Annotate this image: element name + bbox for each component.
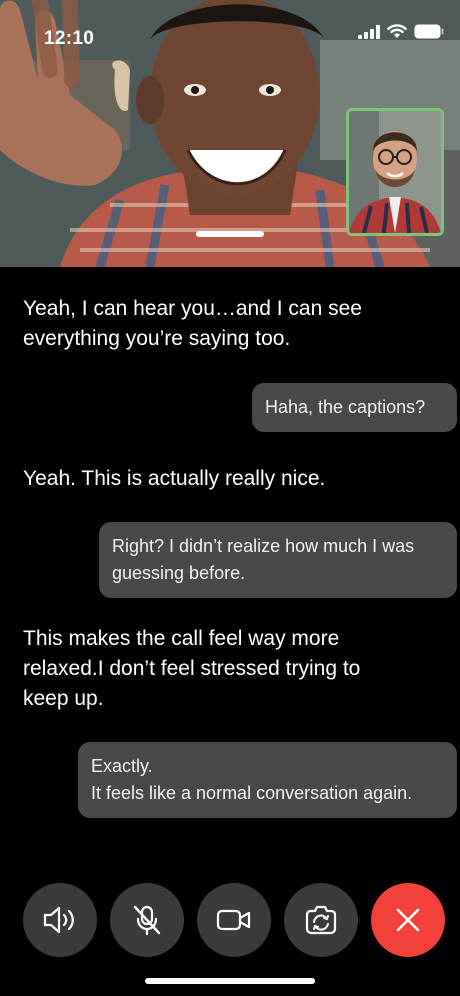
flip-camera-icon — [305, 905, 337, 935]
remote-video[interactable]: 12:10 — [0, 0, 460, 267]
home-indicator[interactable] — [145, 978, 315, 984]
video-toggle-button[interactable] — [197, 883, 271, 957]
grabber-handle[interactable] — [196, 231, 264, 237]
self-video-frame — [349, 111, 441, 233]
mute-button[interactable] — [110, 883, 184, 957]
self-video-pip[interactable] — [346, 108, 444, 236]
caption-outgoing-bubble: Haha, the captions? — [252, 383, 457, 432]
caption-incoming: Yeah, I can hear you…and I can see every… — [23, 297, 362, 350]
speaker-icon — [43, 906, 74, 934]
flip-camera-button[interactable] — [284, 883, 358, 957]
caption-incoming: Yeah. This is actually really nice. — [23, 467, 326, 490]
cellular-signal-icon — [358, 24, 380, 39]
mic-off-icon — [133, 905, 161, 936]
video-camera-icon — [216, 909, 251, 931]
caption-transcript[interactable]: Yeah, I can hear you…and I can see every… — [0, 267, 460, 860]
speaker-button[interactable] — [23, 883, 97, 957]
end-call-button[interactable] — [371, 883, 445, 957]
wifi-icon — [387, 24, 407, 38]
battery-icon — [414, 24, 444, 39]
caption-incoming: This makes the call feel way more relaxe… — [23, 627, 361, 710]
close-icon — [396, 908, 420, 932]
caption-outgoing-bubble: Exactly. It feels like a normal conversa… — [78, 742, 457, 818]
status-time: 12:10 — [44, 28, 95, 49]
call-controls — [0, 860, 460, 996]
caption-outgoing-bubble: Right? I didn’t realize how much I was g… — [99, 522, 457, 598]
status-bar: 12:10 — [0, 0, 460, 60]
